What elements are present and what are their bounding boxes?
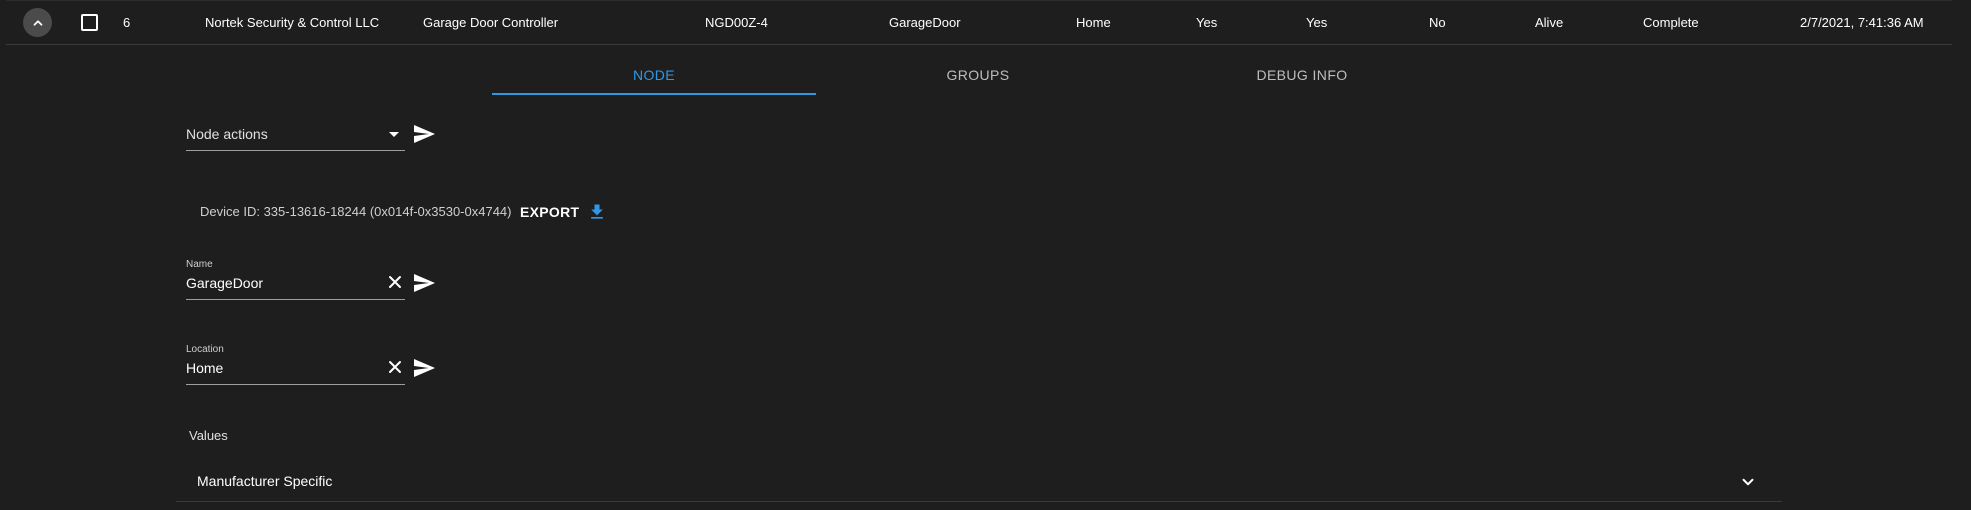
last-active-cell: 2/7/2021, 7:41:36 AM (1800, 15, 1924, 30)
interview-stage-cell: Complete (1643, 15, 1699, 30)
send-icon[interactable] (412, 122, 436, 146)
location-field-label: Location (186, 344, 224, 355)
name-input[interactable] (186, 273, 376, 293)
close-icon[interactable] (385, 272, 405, 292)
chevron-down-icon (1742, 478, 1754, 486)
location-field: Location (186, 344, 405, 385)
node-tabs: NODE GROUPS DEBUG INFO (492, 55, 1464, 96)
name-field-label: Name (186, 259, 213, 270)
product-code-cell: NGD00Z-4 (705, 15, 768, 30)
name-field: Name (186, 259, 405, 300)
export-label: EXPORT (520, 204, 580, 220)
close-icon[interactable] (385, 357, 405, 377)
chevron-up-icon (33, 19, 42, 26)
accordion-manufacturer-specific[interactable]: Manufacturer Specific (176, 461, 1782, 502)
table-row[interactable]: 6 Nortek Security & Control LLC Garage D… (6, 0, 1952, 45)
secure-cell: Yes (1196, 15, 1218, 30)
dropdown-arrow-icon (389, 132, 399, 137)
export-button[interactable]: EXPORT (520, 201, 607, 223)
download-icon (591, 204, 604, 219)
collapse-row-button[interactable] (23, 8, 52, 37)
location-input[interactable] (186, 358, 376, 378)
send-icon[interactable] (412, 271, 436, 295)
tab-node[interactable]: NODE (492, 55, 816, 94)
node-id-cell: 6 (123, 15, 131, 30)
accordion-title: Manufacturer Specific (197, 473, 333, 489)
node-details-page: 6 Nortek Security & Control LLC Garage D… (0, 0, 1971, 510)
name-cell: GarageDoor (889, 15, 961, 30)
node-actions-label: Node actions (186, 126, 268, 142)
node-actions-select[interactable]: Node actions (186, 120, 405, 151)
values-heading: Values (189, 428, 228, 443)
row-select-checkbox[interactable] (81, 14, 98, 31)
send-icon[interactable] (412, 356, 436, 380)
location-cell: Home (1076, 15, 1111, 30)
tab-groups[interactable]: GROUPS (816, 55, 1140, 94)
product-cell: Garage Door Controller (423, 15, 559, 30)
failed-cell: No (1429, 15, 1446, 30)
device-id-text: Device ID: 335-13616-18244 (0x014f-0x353… (200, 204, 512, 219)
status-cell: Alive (1535, 15, 1564, 30)
beaming-cell: Yes (1306, 15, 1328, 30)
active-tab-indicator (492, 93, 816, 95)
manufacturer-cell: Nortek Security & Control LLC (205, 15, 380, 30)
tab-debug-info[interactable]: DEBUG INFO (1140, 55, 1464, 94)
